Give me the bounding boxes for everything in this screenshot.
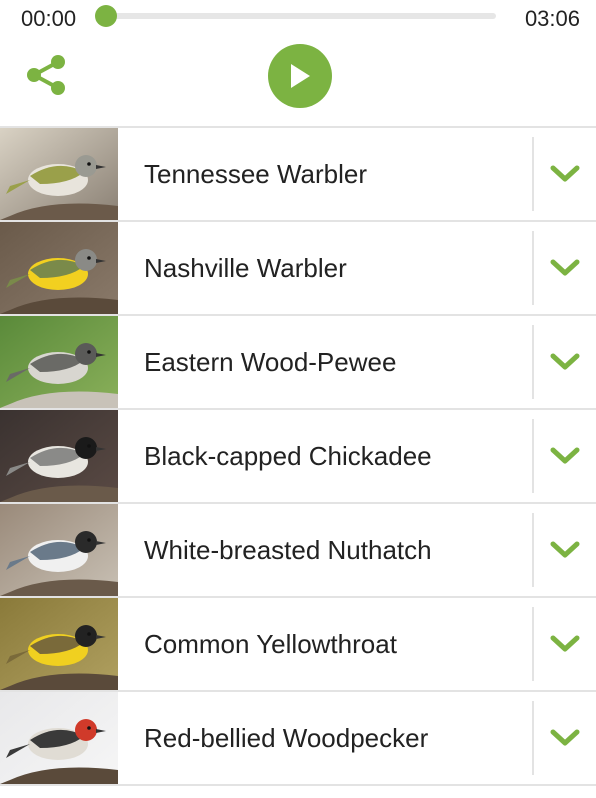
total-duration: 03:06 bbox=[524, 6, 580, 31]
bird-item-tennessee-warbler[interactable]: Tennessee Warbler bbox=[0, 128, 596, 222]
bird-name: Common Yellowthroat bbox=[144, 628, 397, 659]
chevron-down-icon bbox=[550, 541, 580, 558]
play-button[interactable] bbox=[268, 44, 332, 108]
bird-name: Black-capped Chickadee bbox=[144, 440, 432, 471]
expand-button[interactable] bbox=[534, 598, 596, 690]
chevron-down-icon bbox=[550, 635, 580, 652]
expand-button[interactable] bbox=[534, 692, 596, 784]
bird-name: Eastern Wood-Pewee bbox=[144, 346, 397, 377]
bird-name: Tennessee Warbler bbox=[144, 158, 368, 189]
expand-button[interactable] bbox=[534, 504, 596, 596]
audio-player: 00:00 03:06 bbox=[0, 0, 596, 126]
expand-button[interactable] bbox=[534, 128, 596, 220]
bird-item-common-yellowthroat[interactable]: Common Yellowthroat bbox=[0, 598, 596, 692]
share-button[interactable] bbox=[25, 54, 67, 96]
bird-item-eastern-wood-pewee[interactable]: Eastern Wood-Pewee bbox=[0, 316, 596, 410]
bird-item-nashville-warbler[interactable]: Nashville Warbler bbox=[0, 222, 596, 316]
bird-item-red-bellied-woodpecker[interactable]: Red-bellied Woodpecker bbox=[0, 692, 596, 786]
bird-item-black-capped-chickadee[interactable]: Black-capped Chickadee bbox=[0, 410, 596, 504]
tennessee-warbler-photo bbox=[0, 128, 118, 220]
bird-name: Red-bellied Woodpecker bbox=[144, 722, 429, 753]
white-breasted-nuthatch-photo bbox=[0, 504, 118, 596]
expand-button[interactable] bbox=[534, 410, 596, 502]
elapsed-time: 00:00 bbox=[21, 6, 77, 31]
bird-list: Tennessee Warbler Nashville Warbler East… bbox=[0, 126, 596, 786]
progress-thumb[interactable] bbox=[95, 5, 117, 27]
expand-button[interactable] bbox=[534, 222, 596, 314]
red-bellied-woodpecker-photo bbox=[0, 692, 118, 784]
eastern-wood-pewee-photo bbox=[0, 316, 118, 408]
share-icon bbox=[27, 55, 65, 95]
chevron-down-icon bbox=[550, 353, 580, 370]
chevron-down-icon bbox=[550, 259, 580, 276]
bird-item-white-breasted-nuthatch[interactable]: White-breasted Nuthatch bbox=[0, 504, 596, 598]
nashville-warbler-photo bbox=[0, 222, 118, 314]
black-capped-chickadee-photo bbox=[0, 410, 118, 502]
chevron-down-icon bbox=[550, 447, 580, 464]
expand-button[interactable] bbox=[534, 316, 596, 408]
common-yellowthroat-photo bbox=[0, 598, 118, 690]
progress-track[interactable] bbox=[95, 5, 496, 27]
bird-name: Nashville Warbler bbox=[144, 252, 347, 283]
chevron-down-icon bbox=[550, 729, 580, 746]
bird-name: White-breasted Nuthatch bbox=[144, 534, 432, 565]
play-icon bbox=[291, 64, 310, 88]
chevron-down-icon bbox=[550, 165, 580, 182]
